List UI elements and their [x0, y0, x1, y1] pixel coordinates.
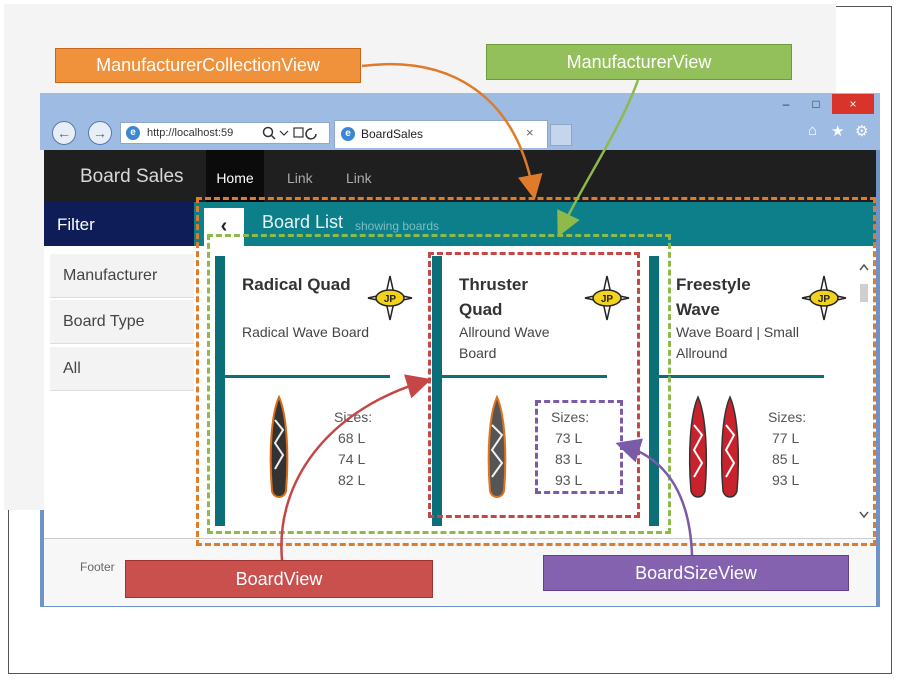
arrow-manufacturer-view — [557, 79, 640, 238]
label-board-size-view: BoardSizeView — [543, 555, 849, 591]
arrow-manufacturer-collection-view — [361, 62, 543, 200]
label-board-view: BoardView — [125, 560, 433, 598]
arrow-board-view — [280, 374, 432, 561]
label-manufacturer-view: ManufacturerView — [486, 44, 792, 80]
arrow-board-size-view — [615, 438, 694, 556]
label-manufacturer-collection-view: ManufacturerCollectionView — [55, 48, 361, 83]
